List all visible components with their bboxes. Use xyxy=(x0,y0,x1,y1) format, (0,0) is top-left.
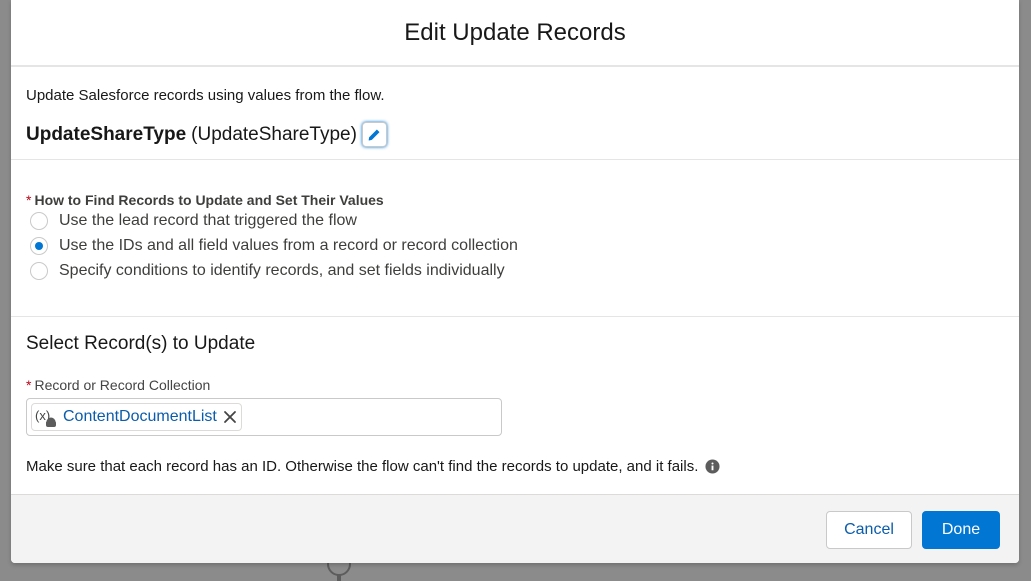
radio-option-specify-conditions[interactable]: Specify conditions to identify records, … xyxy=(26,258,1004,283)
radio-option-record-collection[interactable]: Use the IDs and all field values from a … xyxy=(26,233,1004,258)
radio-label: Use the lead record that triggered the f… xyxy=(59,211,357,229)
how-to-find-section: * How to Find Records to Update and Set T… xyxy=(11,160,1019,317)
required-marker: * xyxy=(26,192,32,208)
modal-footer: Cancel Done xyxy=(11,494,1019,563)
close-icon[interactable] xyxy=(223,410,237,424)
record-variable-pill[interactable]: (x) ContentDocumentList xyxy=(31,403,242,431)
cancel-button[interactable]: Cancel xyxy=(826,511,912,549)
record-id-note-text: Make sure that each record has an ID. Ot… xyxy=(26,458,699,475)
modal-title: Edit Update Records xyxy=(404,18,626,46)
how-to-find-label-text: How to Find Records to Update and Set Th… xyxy=(34,192,384,208)
radio-label: Use the IDs and all field values from a … xyxy=(59,236,518,254)
how-to-find-label: * How to Find Records to Update and Set T… xyxy=(26,192,1004,208)
variable-icon: (x) xyxy=(35,408,56,427)
record-id-note: Make sure that each record has an ID. Ot… xyxy=(26,458,1004,475)
element-description-section: Update Salesforce records using values f… xyxy=(11,67,1019,160)
radio-button[interactable] xyxy=(30,261,48,280)
info-icon[interactable] xyxy=(705,459,720,474)
edit-update-records-modal: Edit Update Records Update Salesforce re… xyxy=(11,0,1019,563)
record-collection-label-text: Record or Record Collection xyxy=(34,377,211,393)
element-api-name: (UpdateShareType) xyxy=(191,123,357,145)
element-label: UpdateShareType xyxy=(26,123,187,145)
radio-option-triggering-record[interactable]: Use the lead record that triggered the f… xyxy=(26,208,1004,233)
modal-header: Edit Update Records xyxy=(11,0,1019,67)
element-name-line: UpdateShareType (UpdateShareType) xyxy=(26,122,1004,147)
pencil-icon xyxy=(369,128,380,140)
radio-button-selected[interactable] xyxy=(30,236,48,255)
done-button[interactable]: Done xyxy=(922,511,1000,549)
record-collection-input[interactable]: (x) ContentDocumentList xyxy=(26,398,502,436)
element-description: Update Salesforce records using values f… xyxy=(26,87,385,104)
select-records-title: Select Record(s) to Update xyxy=(26,333,256,354)
radio-button[interactable] xyxy=(30,211,48,230)
record-collection-label: * Record or Record Collection xyxy=(26,377,1004,393)
required-marker: * xyxy=(26,377,32,393)
edit-label-button[interactable] xyxy=(361,122,387,147)
pill-value: ContentDocumentList xyxy=(63,408,217,425)
select-records-section: Select Record(s) to Update * Record or Re… xyxy=(11,317,1019,495)
radio-label: Specify conditions to identify records, … xyxy=(59,261,505,279)
